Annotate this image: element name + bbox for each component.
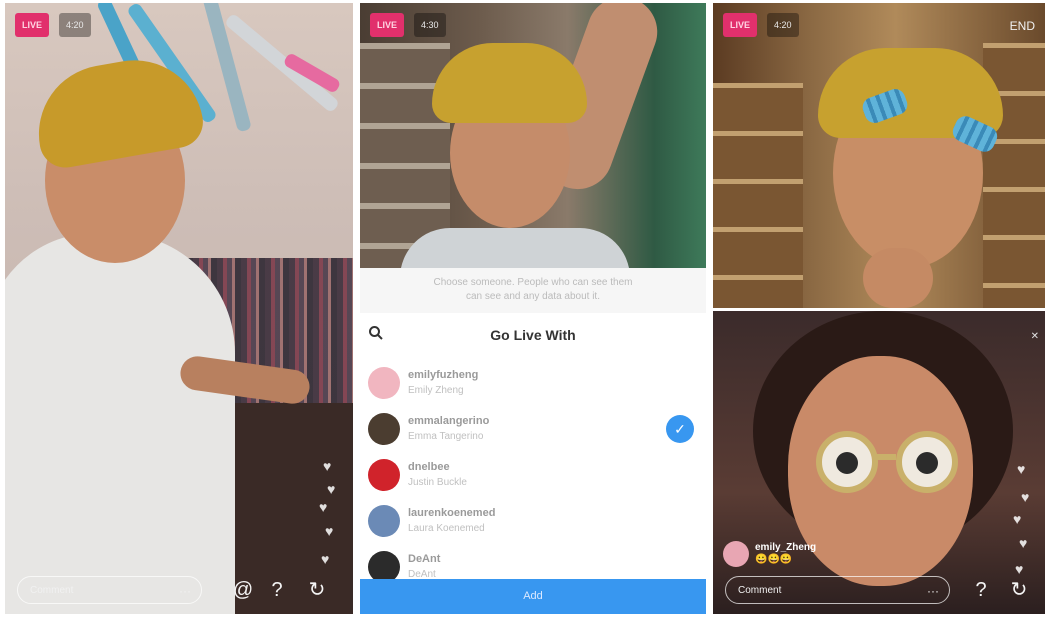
heart-icon: ♥ bbox=[1017, 461, 1026, 477]
comment-text: 😀😀😀 bbox=[755, 554, 793, 565]
username: DeAnt bbox=[408, 553, 441, 565]
bookshelf bbox=[713, 83, 803, 308]
user-list: emilyfuzheng Emily Zheng emmalangerino E… bbox=[360, 361, 706, 591]
viewer-count: 4:20 bbox=[59, 13, 91, 37]
heart-icon: ♥ bbox=[1015, 561, 1024, 577]
googly-glasses bbox=[896, 431, 958, 493]
full-name: Laura Koenemed bbox=[408, 523, 485, 534]
list-item[interactable]: emmalangerino Emma Tangerino ✓ bbox=[360, 407, 706, 453]
avatar bbox=[368, 505, 400, 537]
guest-video: ✕ emily_Zheng 😀😀😀 ♥ ♥ ♥ ♥ ♥ Comment ··· … bbox=[713, 311, 1045, 614]
glasses-bridge bbox=[876, 454, 896, 460]
viewer-count: 4:30 bbox=[414, 13, 446, 37]
list-item[interactable]: emilyfuzheng Emily Zheng bbox=[360, 361, 706, 407]
comment-input[interactable]: Comment ··· bbox=[17, 576, 202, 604]
camera-preview: LIVE 4:30 bbox=[360, 3, 706, 268]
heart-icon: ♥ bbox=[323, 458, 332, 474]
username: dnelbee bbox=[408, 461, 450, 473]
heart-icon: ♥ bbox=[319, 499, 328, 515]
sheet-title: Go Live With bbox=[490, 327, 576, 343]
person-shirt bbox=[400, 228, 630, 268]
username: emilyfuzheng bbox=[408, 369, 479, 381]
avatar bbox=[723, 541, 749, 567]
full-name: Emily Zheng bbox=[408, 385, 464, 396]
more-icon[interactable]: ··· bbox=[179, 577, 191, 605]
more-icon[interactable]: ··· bbox=[927, 577, 939, 605]
live-stream-panel-2: LIVE 4:20 END ✕ emily_Zheng 😀😀😀 ♥ ♥ ♥ ♥ … bbox=[713, 3, 1045, 614]
share-icon[interactable]: ↻ bbox=[1005, 576, 1033, 604]
heart-icon: ♥ bbox=[321, 551, 330, 567]
live-badge: LIVE bbox=[370, 13, 405, 37]
full-name: Emma Tangerino bbox=[408, 431, 484, 442]
person-hand bbox=[863, 248, 933, 308]
live-badge: LIVE bbox=[15, 13, 50, 37]
avatar bbox=[368, 413, 400, 445]
heart-icon: ♥ bbox=[325, 523, 334, 539]
comment-input[interactable]: Comment ··· bbox=[725, 576, 950, 604]
at-icon[interactable]: @ bbox=[229, 576, 257, 604]
notice-line-2: can see and any data about it. bbox=[466, 291, 600, 302]
avatar bbox=[368, 459, 400, 491]
person-beanie bbox=[432, 43, 587, 123]
heart-icon: ♥ bbox=[327, 481, 336, 497]
heart-icon: ♥ bbox=[1019, 535, 1028, 551]
checkmark-icon[interactable]: ✓ bbox=[666, 415, 694, 443]
live-stream-panel-1: LIVE 4:20 ♥ ♥ ♥ ♥ ♥ Comment ··· @ ? ↻ bbox=[5, 3, 353, 614]
notice-text: Choose someone. People who can see them … bbox=[360, 268, 706, 313]
end-button[interactable]: END bbox=[1010, 19, 1035, 33]
question-icon[interactable]: ? bbox=[263, 576, 291, 604]
comment-placeholder: Comment bbox=[738, 585, 782, 596]
notice-line-1: Choose someone. People who can see them bbox=[433, 277, 633, 288]
list-item[interactable]: laurenkoenemed Laura Koenemed bbox=[360, 499, 706, 545]
comment-placeholder: Comment bbox=[30, 585, 74, 596]
viewer-count: 4:20 bbox=[767, 13, 799, 37]
go-live-with-panel: LIVE 4:30 Choose someone. People who can… bbox=[360, 3, 706, 614]
question-icon[interactable]: ? bbox=[967, 576, 995, 604]
person-shirt bbox=[5, 233, 235, 614]
googly-glasses bbox=[816, 431, 878, 493]
host-video: LIVE 4:20 END bbox=[713, 3, 1045, 308]
comment-username: emily_Zheng bbox=[755, 542, 817, 553]
close-guest-icon[interactable]: ✕ bbox=[1031, 331, 1039, 342]
heart-icon: ♥ bbox=[1013, 511, 1022, 527]
heart-icon: ♥ bbox=[1021, 489, 1030, 505]
list-item[interactable]: dnelbee Justin Buckle bbox=[360, 453, 706, 499]
add-button[interactable]: Add bbox=[360, 579, 706, 614]
share-icon[interactable]: ↻ bbox=[303, 576, 331, 604]
full-name: Justin Buckle bbox=[408, 477, 467, 488]
avatar bbox=[368, 367, 400, 399]
live-badge: LIVE bbox=[723, 13, 758, 37]
username: emmalangerino bbox=[408, 415, 490, 427]
sheet-header: Go Live With bbox=[360, 315, 706, 355]
username: laurenkoenemed bbox=[408, 507, 496, 519]
